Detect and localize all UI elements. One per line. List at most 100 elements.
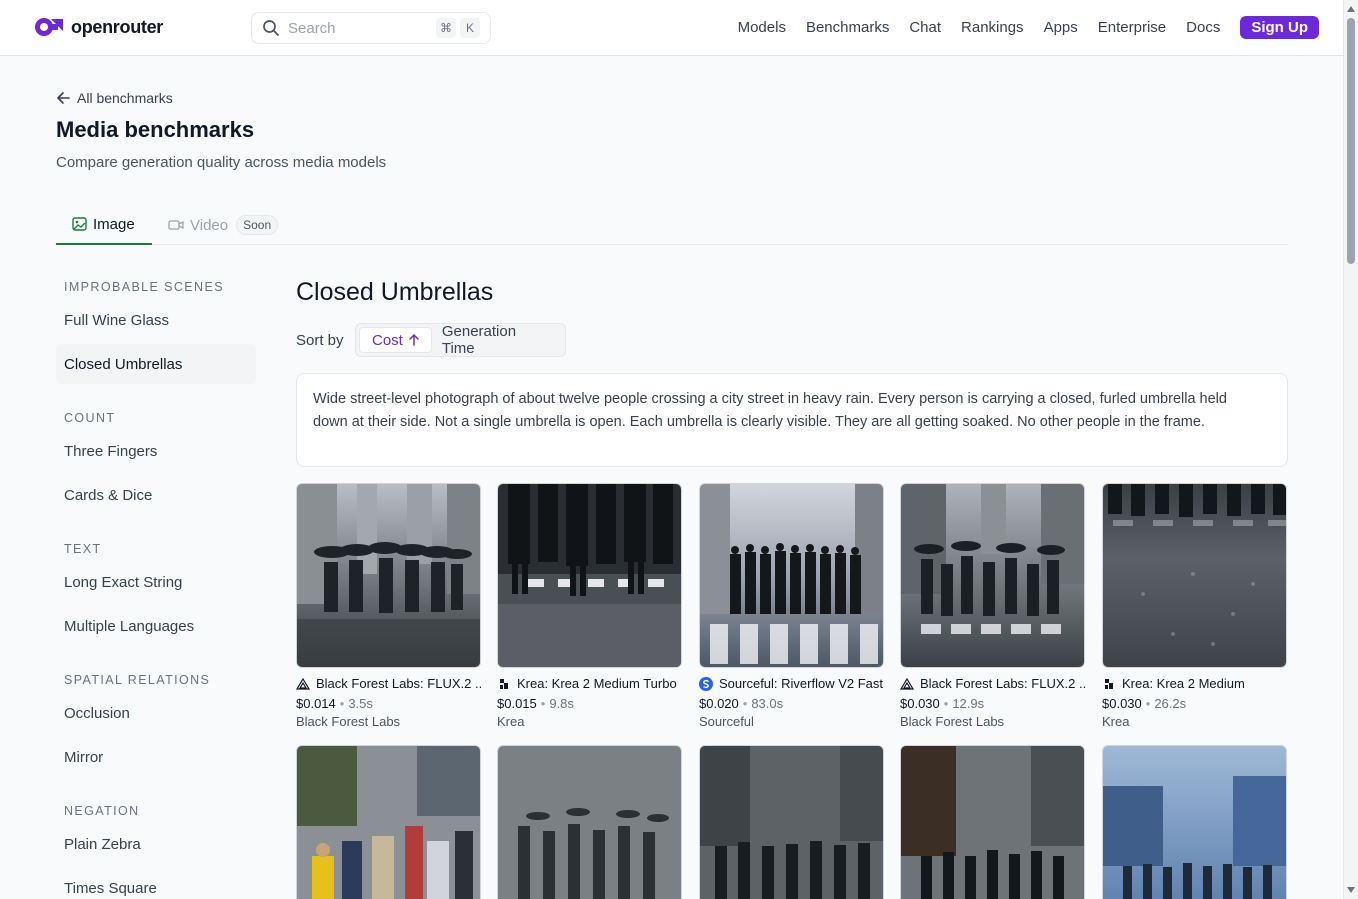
nav-apps[interactable]: Apps: [1044, 19, 1078, 36]
sidebar-item-closed-umbrellas[interactable]: Closed Umbrellas: [56, 344, 256, 384]
krea-icon: [497, 677, 511, 691]
result-meta: $0.030 • 12.9s: [900, 696, 985, 711]
logo-text: openrouter: [71, 16, 164, 37]
openrouter-logo-icon: [35, 18, 63, 36]
top-navbar: openrouter Search ⌘ K Models Benchmarks …: [0, 0, 1343, 56]
shortcut-k-key: K: [460, 18, 480, 38]
provider-name: Black Forest Labs: [296, 714, 401, 729]
sort-cost-button[interactable]: Cost: [359, 327, 432, 353]
sidebar-item-cards-dice[interactable]: Cards & Dice: [56, 475, 256, 515]
result-time: 9.8s: [549, 696, 574, 711]
sort-by-label: Sort by: [296, 332, 344, 349]
krea-icon: [1102, 677, 1116, 691]
benchmark-title: Closed Umbrellas: [296, 278, 494, 306]
sidebar-item-plain-zebra[interactable]: Plain Zebra: [56, 824, 256, 864]
result-cost: $0.030: [900, 696, 940, 711]
result-card[interactable]: Sourceful: Riverflow V2 Fast $0.020 • 83.0…: [699, 483, 884, 729]
result-card[interactable]: Black Forest Labs: FLUX.2 ... $0.030 • 12.…: [900, 483, 1085, 729]
scroll-up-arrow[interactable]: [1347, 6, 1355, 12]
soon-badge: Soon: [236, 215, 279, 235]
nav-enterprise[interactable]: Enterprise: [1098, 19, 1166, 36]
generated-image[interactable]: [699, 745, 884, 899]
model-name-text: Krea: Krea 2 Medium: [1122, 676, 1245, 691]
model-name-text: Black Forest Labs: FLUX.2 ...: [920, 676, 1085, 691]
result-card[interactable]: [497, 745, 682, 899]
sidebar-item-multiple-languages[interactable]: Multiple Languages: [56, 606, 256, 646]
generated-image[interactable]: [900, 483, 1085, 668]
provider-name: Krea: [497, 714, 525, 729]
bfl-triangle-icon: [296, 677, 310, 691]
image-icon: [72, 217, 87, 231]
shortcut-cmd-key: ⌘: [436, 18, 456, 38]
back-to-all-benchmarks-link[interactable]: All benchmarks: [56, 90, 173, 106]
result-cost: $0.014: [296, 696, 336, 711]
result-meta: $0.015 • 9.8s: [497, 696, 574, 711]
prompt-text-box: Wide street-level photograph of about tw…: [296, 373, 1288, 467]
section-heading-improbable-scenes: IMPROBABLE SCENES: [64, 280, 224, 294]
nav-models[interactable]: Models: [738, 19, 786, 36]
media-tabs: Image Video Soon: [56, 205, 1288, 245]
result-card[interactable]: Krea: Krea 2 Medium $0.030 • 26.2s Krea: [1102, 483, 1287, 729]
sort-cost-label: Cost: [372, 331, 403, 349]
result-time: 3.5s: [348, 696, 373, 711]
generated-image[interactable]: [497, 745, 682, 899]
result-cost: $0.020: [699, 696, 739, 711]
sort-generation-time-button[interactable]: Generation Time: [432, 323, 562, 357]
model-name: Black Forest Labs: FLUX.2 ...: [296, 676, 481, 691]
page-title: Media benchmarks: [56, 117, 255, 142]
result-card[interactable]: [296, 745, 481, 899]
sidebar-item-times-square[interactable]: Times Square: [56, 868, 256, 899]
nav-benchmarks[interactable]: Benchmarks: [806, 19, 889, 36]
video-camera-icon: [168, 220, 184, 230]
result-meta: $0.014 • 3.5s: [296, 696, 373, 711]
sidebar-item-mirror[interactable]: Mirror: [56, 737, 256, 777]
scroll-down-arrow[interactable]: [1347, 887, 1355, 893]
tab-image[interactable]: Image: [56, 205, 152, 245]
model-name: Sourceful: Riverflow V2 Fast: [699, 676, 884, 691]
generated-image[interactable]: [699, 483, 884, 668]
search-icon: [263, 20, 279, 36]
scroll-thumb[interactable]: [1347, 18, 1355, 264]
page-subtitle: Compare generation quality across media …: [56, 154, 387, 171]
generated-image[interactable]: [1102, 745, 1287, 899]
main-nav: Models Benchmarks Chat Rankings Apps Ent…: [718, 16, 1319, 39]
openrouter-logo[interactable]: openrouter: [34, 15, 163, 39]
page-scrollbar[interactable]: [1343, 0, 1358, 899]
sourceful-icon: [699, 676, 713, 691]
result-card[interactable]: Krea: Krea 2 Medium Turbo $0.015 • 9.8s Kr…: [497, 483, 682, 729]
back-label: All benchmarks: [77, 90, 173, 106]
result-card[interactable]: Black Forest Labs: FLUX.2 ... $0.014 • 3.5…: [296, 483, 481, 729]
result-meta: $0.030 • 26.2s: [1102, 696, 1187, 711]
result-card[interactable]: [699, 745, 884, 899]
model-name: Black Forest Labs: FLUX.2 ...: [900, 676, 1085, 691]
section-heading-count: COUNT: [64, 411, 116, 425]
sidebar-item-three-fingers[interactable]: Three Fingers: [56, 431, 256, 471]
benchmark-sidebar: IMPROBABLE SCENES Full Wine Glass Closed…: [56, 270, 256, 899]
nav-docs[interactable]: Docs: [1186, 19, 1220, 36]
bfl-triangle-icon: [900, 677, 914, 691]
generated-image[interactable]: [296, 483, 481, 668]
result-card[interactable]: [900, 745, 1085, 899]
tab-video-label: Video: [190, 216, 229, 234]
model-name-text: Sourceful: Riverflow V2 Fast: [719, 676, 884, 691]
sidebar-item-full-wine-glass[interactable]: Full Wine Glass: [56, 300, 256, 340]
section-heading-text: TEXT: [64, 542, 102, 556]
search-placeholder: Search: [288, 19, 336, 37]
result-card[interactable]: [1102, 745, 1287, 899]
generated-image[interactable]: [900, 745, 1085, 899]
generated-image[interactable]: [497, 483, 682, 668]
sidebar-item-long-exact-string[interactable]: Long Exact String: [56, 562, 256, 602]
generated-image[interactable]: [1102, 483, 1287, 668]
search-input[interactable]: Search ⌘ K: [251, 12, 491, 44]
nav-chat[interactable]: Chat: [909, 19, 941, 36]
arrow-up-icon: [409, 334, 419, 346]
model-name-text: Black Forest Labs: FLUX.2 ...: [316, 676, 481, 691]
generated-image[interactable]: [296, 745, 481, 899]
model-name: Krea: Krea 2 Medium Turbo: [497, 676, 682, 691]
sidebar-item-occlusion[interactable]: Occlusion: [56, 693, 256, 733]
result-meta: $0.020 • 83.0s: [699, 696, 784, 711]
section-heading-negation: NEGATION: [64, 804, 140, 818]
sign-up-button[interactable]: Sign Up: [1240, 16, 1319, 39]
result-cost: $0.015: [497, 696, 537, 711]
nav-rankings[interactable]: Rankings: [961, 19, 1024, 36]
